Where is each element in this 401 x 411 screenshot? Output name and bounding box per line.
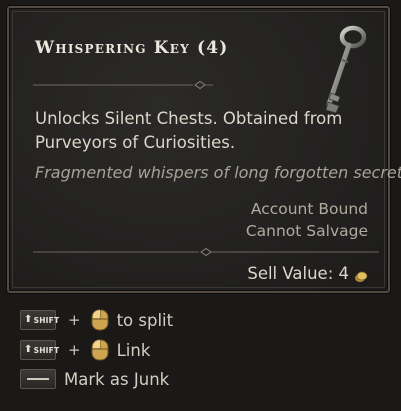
- shift-key-icon: ⬆ SHIFT: [20, 310, 59, 330]
- split-action-label: to split: [116, 310, 174, 330]
- mark-junk-label: Mark as Junk: [64, 369, 170, 389]
- item-tags: Account Bound Cannot Salvage: [246, 198, 368, 242]
- spacebar-key-icon: [20, 369, 56, 389]
- mouse-click-icon: [91, 309, 109, 331]
- sell-value-label: Sell Value: 4: [247, 264, 349, 283]
- title-divider: [33, 80, 213, 90]
- account-bound-tag: Account Bound: [250, 200, 368, 218]
- cannot-salvage-tag: Cannot Salvage: [245, 222, 368, 240]
- item-tooltip: Whispering Key (4) Unlocks Silent Chests…: [7, 6, 401, 293]
- link-action[interactable]: ⬆ SHIFT + Link: [20, 339, 150, 361]
- gold-coin-icon: [354, 268, 368, 282]
- plus-separator: +: [68, 311, 81, 329]
- split-action[interactable]: ⬆ SHIFT + to split: [20, 309, 173, 331]
- footer-divider: [33, 247, 379, 257]
- item-title: Whispering Key (4): [35, 38, 229, 58]
- item-flavor-text: Fragmented whispers of long forgotten se…: [35, 163, 401, 182]
- sell-value: Sell Value: 4: [247, 264, 368, 283]
- skeleton-key-icon: [309, 20, 379, 120]
- mouse-click-icon: [91, 339, 109, 361]
- shift-key-icon: ⬆ SHIFT: [20, 340, 59, 360]
- link-action-label: Link: [116, 340, 151, 360]
- item-description: Unlocks Silent Chests. Obtained from Pur…: [35, 109, 343, 152]
- mark-junk-action[interactable]: Mark as Junk: [20, 369, 169, 389]
- plus-separator: +: [68, 341, 81, 359]
